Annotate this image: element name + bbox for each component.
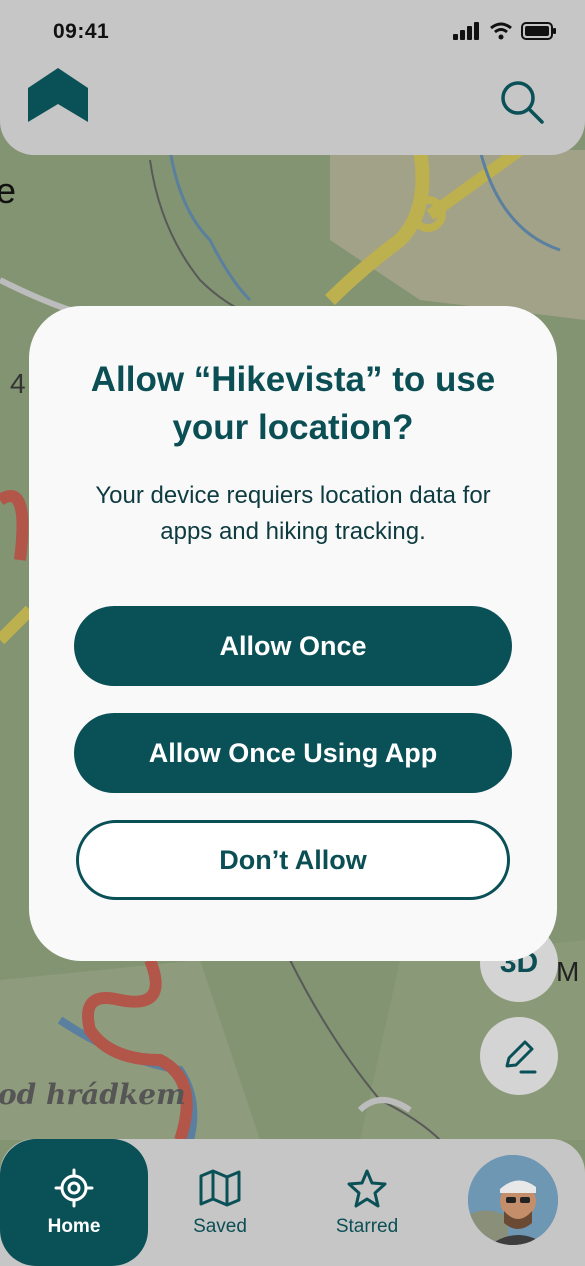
signal-icon — [453, 22, 479, 40]
location-permission-dialog: Allow “Hikevista” to use your location? … — [29, 306, 557, 961]
wifi-icon — [490, 22, 512, 40]
battery-icon — [521, 22, 556, 40]
bottom-nav: Home Saved Starred — [0, 1139, 585, 1266]
map-label: M — [556, 956, 580, 987]
app-logo-icon[interactable] — [26, 68, 90, 124]
location-target-icon — [54, 1168, 94, 1207]
map-label: 4 — [10, 368, 26, 399]
status-icons — [453, 22, 557, 40]
map-place-label: od hrádkem — [0, 1078, 186, 1111]
map-icon — [199, 1169, 241, 1206]
map-label: e — [0, 170, 17, 211]
status-bar: 09:41 — [0, 0, 585, 64]
star-icon — [347, 1169, 387, 1207]
avatar[interactable] — [468, 1155, 558, 1245]
search-icon[interactable] — [496, 76, 548, 128]
nav-item-home[interactable]: Home — [0, 1139, 148, 1266]
dont-allow-button[interactable]: Don’t Allow — [76, 820, 510, 900]
pencil-icon — [505, 1040, 537, 1074]
top-bar: 09:41 — [0, 0, 585, 155]
edit-button[interactable] — [480, 1017, 558, 1095]
dialog-title: Allow “Hikevista” to use your location? — [90, 360, 496, 447]
nav-label: Starred — [335, 1215, 399, 1237]
allow-once-button[interactable]: Allow Once — [74, 606, 512, 686]
nav-label: Home — [47, 1215, 101, 1237]
user-photo-icon — [468, 1155, 558, 1245]
nav-item-starred[interactable]: Starred — [327, 1139, 407, 1266]
nav-label: Saved — [193, 1215, 247, 1237]
status-time: 09:41 — [53, 20, 110, 43]
nav-item-saved[interactable]: Saved — [180, 1139, 260, 1266]
dialog-message: Your device requiers location data for a… — [95, 482, 491, 545]
allow-using-app-button[interactable]: Allow Once Using App — [74, 713, 512, 793]
